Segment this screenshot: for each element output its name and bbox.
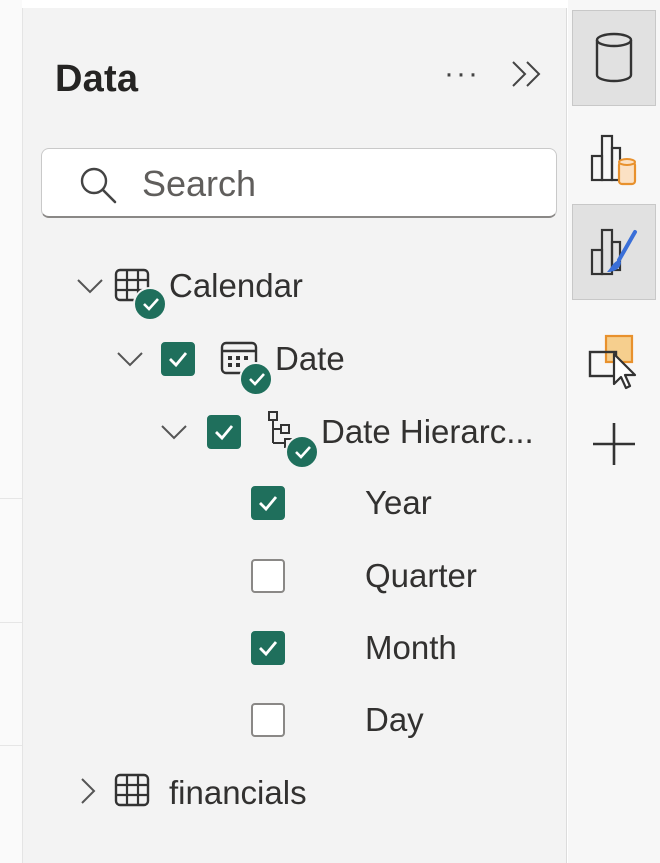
pane-switcher-rail: [568, 0, 660, 863]
add-pane-button[interactable]: [572, 396, 656, 492]
date-hierarchy-checkbox[interactable]: [207, 415, 241, 449]
chevron-down-icon[interactable]: [75, 271, 105, 301]
canvas-gridline: [0, 498, 22, 499]
data-pane: Data ··· Calendar: [22, 8, 567, 863]
build-visual-button[interactable]: [572, 110, 656, 206]
add-icon: [593, 423, 635, 465]
tree-node-label: Date Hierarc...: [321, 413, 534, 450]
tree-node-date[interactable]: Date: [23, 326, 568, 396]
checkmark-badge-icon: [239, 362, 273, 396]
tree-node-label: Day: [365, 701, 424, 738]
double-chevron-right-icon: [512, 61, 541, 87]
tree-node-label: Calendar: [169, 267, 303, 304]
collapse-pane-button[interactable]: [501, 50, 553, 98]
tree-node-month[interactable]: Month: [23, 615, 568, 677]
tree-node-label: financials: [169, 774, 307, 811]
canvas-gridline: [0, 745, 22, 746]
format-visual-icon: [590, 228, 637, 276]
select-visual-icon: [588, 334, 637, 390]
format-visual-button[interactable]: [572, 204, 656, 300]
data-pane-button[interactable]: [572, 10, 656, 106]
pane-title: Data: [55, 58, 139, 100]
checkmark-badge-icon: [285, 435, 319, 469]
chevron-right-icon[interactable]: [73, 776, 103, 806]
more-options-button[interactable]: ···: [431, 50, 493, 98]
search-icon: [80, 167, 117, 204]
checkmark-badge-icon: [133, 287, 167, 321]
tree-node-quarter[interactable]: Quarter: [23, 543, 568, 605]
quarter-checkbox[interactable]: [251, 559, 285, 593]
tree-node-label: Quarter: [365, 557, 477, 594]
search-input[interactable]: [140, 159, 540, 209]
month-checkbox[interactable]: [251, 631, 285, 665]
report-canvas-edge: [0, 0, 22, 863]
canvas-gridline: [0, 622, 22, 623]
tree-node-financials[interactable]: financials: [23, 760, 568, 822]
tree-node-date-hierarchy[interactable]: Date Hierarc...: [23, 399, 568, 469]
date-checkbox[interactable]: [161, 342, 195, 376]
database-icon: [595, 32, 633, 83]
tree-node-label: Date: [275, 340, 345, 377]
tree-node-label: Year: [365, 484, 432, 521]
chevron-down-icon[interactable]: [159, 417, 189, 447]
tree-node-year[interactable]: Year: [23, 470, 568, 532]
select-visual-button[interactable]: [572, 312, 656, 408]
build-visual-icon: [590, 134, 637, 186]
day-checkbox[interactable]: [251, 703, 285, 737]
chevron-down-icon[interactable]: [115, 344, 145, 374]
table-icon: [114, 773, 150, 807]
tree-node-calendar[interactable]: Calendar: [23, 253, 568, 321]
tree-node-label: Month: [365, 629, 457, 666]
year-checkbox[interactable]: [251, 486, 285, 520]
tree-node-day[interactable]: Day: [23, 687, 568, 749]
search-box[interactable]: [41, 148, 557, 218]
